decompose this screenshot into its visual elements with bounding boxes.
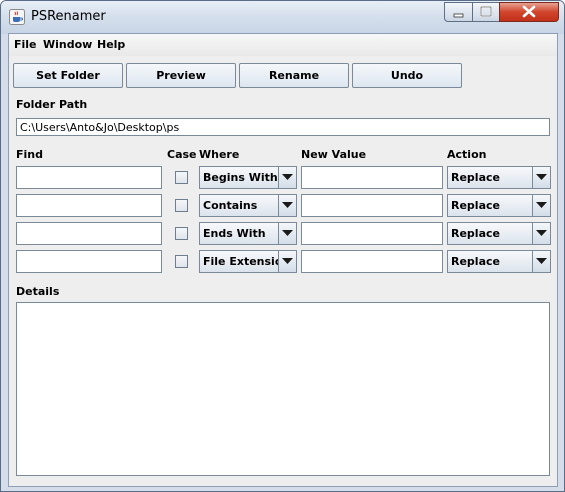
folder-path-field[interactable]: C:\Users\Anto&Jo\Desktop\ps (16, 118, 550, 136)
chevron-down-icon[interactable] (278, 167, 296, 188)
menu-file[interactable]: File (14, 38, 37, 51)
action-select[interactable]: Replace (447, 250, 551, 273)
where-column-header: Where (199, 148, 240, 161)
set-folder-button[interactable]: Set Folder (13, 63, 123, 88)
details-textarea[interactable] (16, 302, 550, 476)
menu-window[interactable]: Window (43, 38, 92, 51)
find-field[interactable] (16, 222, 162, 245)
chevron-down-icon[interactable] (532, 195, 550, 216)
chevron-down-icon[interactable] (532, 167, 550, 188)
window-title: PSRenamer (31, 9, 106, 24)
new-value-field[interactable] (301, 166, 443, 189)
case-column-header: Case (167, 148, 197, 161)
new-value-field[interactable] (301, 194, 443, 217)
find-field[interactable] (16, 250, 162, 273)
action-select-value: Replace (451, 255, 500, 268)
undo-button[interactable]: Undo (352, 63, 462, 88)
title-bar: PSRenamer (1, 1, 564, 34)
maximize-button[interactable] (472, 2, 500, 22)
chevron-down-icon[interactable] (278, 223, 296, 244)
where-select[interactable]: Begins With (199, 166, 297, 189)
where-select[interactable]: File Extension (199, 250, 297, 273)
app-window: PSRenamer File Window Help Set Folder Pr… (0, 0, 565, 492)
case-checkbox[interactable] (175, 255, 188, 268)
action-select[interactable]: Replace (447, 222, 551, 245)
where-select-value: Ends With (203, 227, 266, 240)
where-select-value: Contains (203, 199, 258, 212)
close-button[interactable] (499, 2, 559, 22)
java-coffee-icon (9, 9, 25, 25)
menu-help[interactable]: Help (97, 38, 125, 51)
new-value-field[interactable] (301, 222, 443, 245)
where-select[interactable]: Ends With (199, 222, 297, 245)
where-select[interactable]: Contains (199, 194, 297, 217)
action-select[interactable]: Replace (447, 166, 551, 189)
action-select-value: Replace (451, 199, 500, 212)
new-value-column-header: New Value (301, 148, 367, 161)
action-select-value: Replace (451, 227, 500, 240)
minimize-button[interactable] (444, 2, 473, 22)
case-checkbox[interactable] (175, 171, 188, 184)
action-select[interactable]: Replace (447, 194, 551, 217)
case-checkbox[interactable] (175, 199, 188, 212)
where-select-value: Begins With (203, 171, 278, 184)
action-select-value: Replace (451, 171, 500, 184)
find-field[interactable] (16, 166, 162, 189)
details-label: Details (16, 285, 60, 298)
chevron-down-icon[interactable] (278, 251, 296, 272)
chevron-down-icon[interactable] (278, 195, 296, 216)
rename-button[interactable]: Rename (239, 63, 349, 88)
chevron-down-icon[interactable] (532, 251, 550, 272)
menu-bar: File Window Help (9, 34, 557, 56)
action-column-header: Action (447, 148, 487, 161)
case-checkbox[interactable] (175, 227, 188, 240)
chevron-down-icon[interactable] (532, 223, 550, 244)
find-column-header: Find (16, 148, 43, 161)
preview-button[interactable]: Preview (126, 63, 236, 88)
find-field[interactable] (16, 194, 162, 217)
folder-path-label: Folder Path (16, 98, 88, 111)
new-value-field[interactable] (301, 250, 443, 273)
content-pane: File Window Help Set Folder Preview Rena… (8, 33, 558, 487)
